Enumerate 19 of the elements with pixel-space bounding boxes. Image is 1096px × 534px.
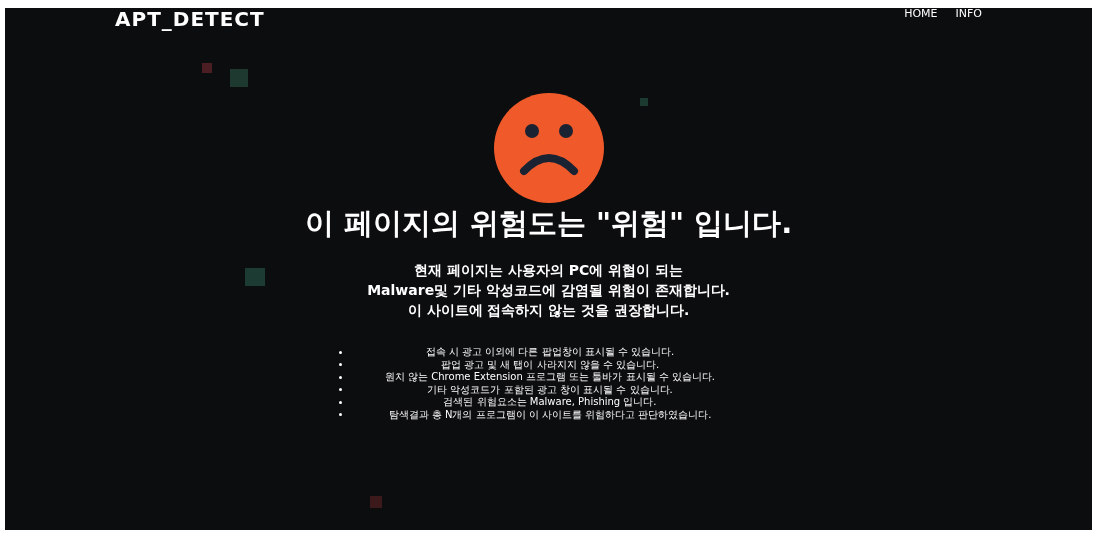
logo[interactable]: APT_DETECT: [115, 8, 265, 30]
warning-line: 팝업 광고 및 새 탭이 사라지지 않을 수 있습니다.: [439, 358, 661, 371]
nav-link[interactable]: INFO: [955, 8, 982, 19]
description-line: 이 사이트에 접속하지 않는 것을 권장합니다.: [407, 301, 690, 320]
warning-line: 원치 않는 Chrome Extension 프로그램 또는 툴바가 표시될 수 있습니다.: [383, 371, 717, 384]
nav-link[interactable]: HOME: [904, 8, 938, 19]
warning-line: 탐색결과 총 N개의 프로그램이 이 사이트를 위험하다고 판단하였습니다.: [387, 408, 713, 421]
description-line: 현재 페이지는 사용자의 PC에 위협이 되는: [414, 261, 683, 280]
bullet-icon: [338, 363, 342, 367]
verdict-title: 이 페이지의 위험도는 "위험" 입니다.: [304, 209, 793, 238]
description-line: Malware및 기타 악성코드에 감염될 위험이 존재합니다.: [367, 281, 730, 300]
warning-line: 접속 시 광고 이외에 다른 팝업창이 표시될 수 있습니다.: [424, 346, 676, 359]
bullet-icon: [338, 350, 342, 354]
bullet-icon: [338, 400, 342, 404]
warning-line: 기타 악성코드가 포함된 광고 창이 표시될 수 있습니다.: [426, 383, 674, 396]
bullet-icon: [338, 375, 342, 379]
bullet-icon: [338, 388, 342, 392]
warning-line: 검색된 위험요소는 Malware, Phishing 입니다.: [442, 396, 658, 409]
bullet-icon: [338, 413, 342, 417]
